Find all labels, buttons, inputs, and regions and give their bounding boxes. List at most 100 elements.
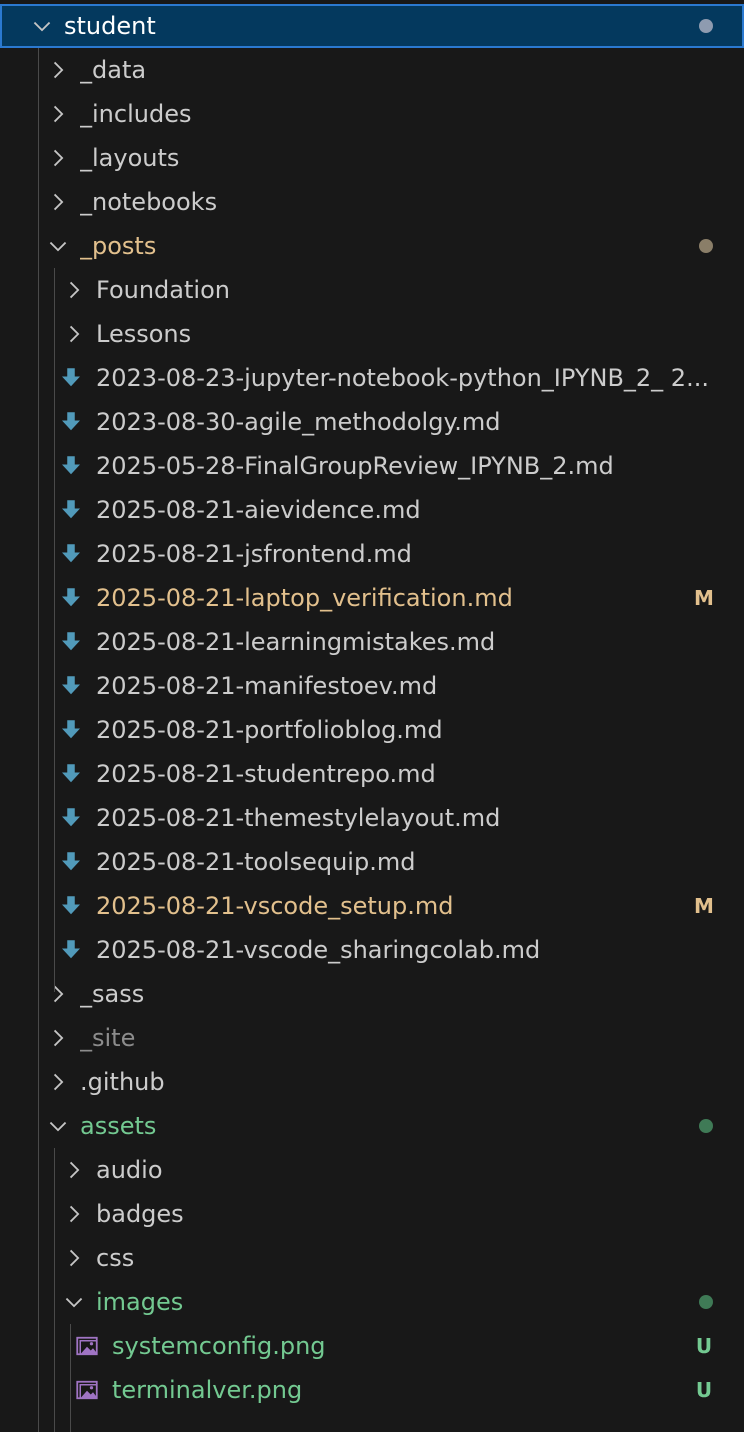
chevron-right-icon[interactable] [46,1060,70,1104]
file-item[interactable]: 2025-08-21-jsfrontend.md [0,532,744,576]
markdown-icon [58,840,84,884]
markdown-icon [58,928,84,972]
folder-audio[interactable]: audio [0,1148,744,1192]
chevron-down-icon[interactable] [30,4,54,48]
file-item[interactable]: 2025-05-28-FinalGroupReview_IPYNB_2.md [0,444,744,488]
file-name: 2025-08-21-studentrepo.md [96,760,436,788]
folder-name: badges [96,1200,184,1228]
file-name: 2025-08-21-portfolioblog.md [96,716,443,744]
status-dot [699,1119,713,1133]
file-item[interactable]: 2025-08-21-studentrepo.md [0,752,744,796]
file-item[interactable]: systemconfig.png U [0,1324,744,1368]
file-name: 2025-08-21-vscode_setup.md [96,892,454,920]
file-name: 2025-08-21-aievidence.md [96,496,421,524]
folder-posts[interactable]: _posts [0,224,744,268]
file-name: 2023-08-30-agile_methodolgy.md [96,408,501,436]
file-name: 2025-08-21-jsfrontend.md [96,540,412,568]
folder-name: _layouts [80,144,180,172]
image-file-icon [74,1368,100,1412]
markdown-icon [58,796,84,840]
file-name: 2025-08-21-laptop_verification.md [96,584,513,612]
folder-assets[interactable]: assets [0,1104,744,1148]
chevron-right-icon[interactable] [46,1016,70,1060]
markdown-icon [58,752,84,796]
file-item[interactable]: 2025-08-21-laptop_verification.md M [0,576,744,620]
folder-sass[interactable]: _sass [0,972,744,1016]
folder-name: css [96,1244,135,1272]
file-item[interactable]: 2025-08-21-toolsequip.md [0,840,744,884]
chevron-right-icon[interactable] [62,1148,86,1192]
folder-student[interactable]: student [0,4,744,48]
file-name: 2025-08-21-themestylelayout.md [96,804,501,832]
folder-data[interactable]: _data [0,48,744,92]
markdown-icon [58,620,84,664]
markdown-icon [58,444,84,488]
folder-foundation[interactable]: Foundation [0,268,744,312]
file-item[interactable]: 2025-08-21-vscode_sharingcolab.md [0,928,744,972]
folder-notebooks[interactable]: _notebooks [0,180,744,224]
git-status-badge: M [694,894,714,918]
folder-css[interactable]: css [0,1236,744,1280]
markdown-icon [58,488,84,532]
folder-images[interactable]: images [0,1280,744,1324]
folder-name: images [96,1288,184,1316]
folder-github[interactable]: .github [0,1060,744,1104]
markdown-icon [58,356,84,400]
folder-name: _site [80,1024,136,1052]
file-name: 2023-08-23-jupyter-notebook-python_IPYNB… [96,364,709,392]
git-status-badge: U [695,1334,713,1358]
indent-guide [54,268,55,992]
chevron-right-icon[interactable] [62,1236,86,1280]
chevron-down-icon[interactable] [46,1104,70,1148]
folder-name: _includes [80,100,192,128]
chevron-right-icon[interactable] [46,48,70,92]
file-name: 2025-08-21-toolsequip.md [96,848,416,876]
file-item[interactable]: 2023-08-23-jupyter-notebook-python_IPYNB… [0,356,744,400]
chevron-right-icon[interactable] [46,180,70,224]
folder-site[interactable]: _site [0,1016,744,1060]
folder-name: Foundation [96,276,230,304]
indent-guide [70,1324,71,1432]
chevron-right-icon[interactable] [46,92,70,136]
folder-name: _data [80,56,147,84]
file-name: systemconfig.png [112,1332,326,1360]
indent-guide [54,1148,55,1432]
markdown-icon [58,576,84,620]
markdown-icon [58,400,84,444]
file-name: 2025-08-21-manifestoev.md [96,672,438,700]
folder-name: audio [96,1156,163,1184]
file-item[interactable]: 2023-08-30-agile_methodolgy.md [0,400,744,444]
chevron-right-icon[interactable] [62,268,86,312]
image-file-icon [74,1324,100,1368]
status-dot [699,1295,713,1309]
folder-name: assets [80,1112,157,1140]
file-item[interactable]: 2025-08-21-themestylelayout.md [0,796,744,840]
file-name: 2025-08-21-vscode_sharingcolab.md [96,936,541,964]
folder-name: _sass [80,980,145,1008]
file-name: 2025-08-21-learningmistakes.md [96,628,496,656]
file-item[interactable]: 2025-08-21-learningmistakes.md [0,620,744,664]
markdown-icon [58,532,84,576]
status-dot [699,239,713,253]
folder-name: student [64,12,156,40]
file-item[interactable]: terminalver.png U [0,1368,744,1412]
folder-name: Lessons [96,320,192,348]
chevron-right-icon[interactable] [46,136,70,180]
file-item[interactable]: 2025-08-21-portfolioblog.md [0,708,744,752]
folder-badges[interactable]: badges [0,1192,744,1236]
folder-layouts[interactable]: _layouts [0,136,744,180]
folder-lessons[interactable]: Lessons [0,312,744,356]
git-status-badge: M [694,586,714,610]
file-name: 2025-05-28-FinalGroupReview_IPYNB_2.md [96,452,614,480]
chevron-down-icon[interactable] [62,1280,86,1324]
file-item[interactable]: 2025-08-21-manifestoev.md [0,664,744,708]
markdown-icon [58,708,84,752]
folder-includes[interactable]: _includes [0,92,744,136]
file-item[interactable]: 2025-08-21-aievidence.md [0,488,744,532]
file-item[interactable]: 2025-08-21-vscode_setup.md M [0,884,744,928]
chevron-down-icon[interactable] [46,224,70,268]
chevron-right-icon[interactable] [46,972,70,1016]
chevron-right-icon[interactable] [62,1192,86,1236]
chevron-right-icon[interactable] [62,312,86,356]
git-status-badge: U [695,1378,713,1402]
